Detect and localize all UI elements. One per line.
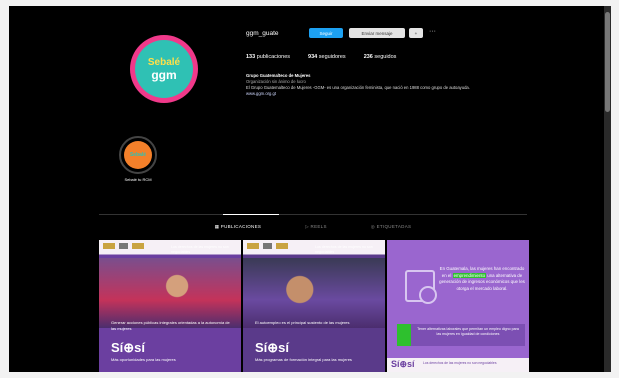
tabs-divider xyxy=(99,214,527,215)
highlight-ring: Sebalé xyxy=(119,136,157,174)
post-subtext: Más oportunidades para las mujeres xyxy=(111,357,176,362)
footer-text: Los derechos de las mujeres no son negoc… xyxy=(423,361,497,365)
avatar-logo-line2: ggm xyxy=(151,67,177,82)
avatar-logo: Sebalé ggm xyxy=(135,40,193,98)
profile-username: ggm_guate xyxy=(246,30,279,37)
callout-accent xyxy=(397,324,411,346)
profile-avatar[interactable]: Sebalé ggm xyxy=(130,35,198,103)
post-thumbnail[interactable]: Los derechos de las mujeres no son negoc… xyxy=(99,240,241,372)
highlight-cover: Sebalé xyxy=(124,141,152,169)
profile-stats: 133 publicaciones 934 seguidores 236 seg… xyxy=(246,54,396,60)
followers-count[interactable]: 934 seguidores xyxy=(308,54,346,60)
avatar-logo-line1: Sebalé xyxy=(147,56,181,68)
scrollbar-thumb[interactable] xyxy=(605,12,610,112)
bio-link[interactable]: www.ggm.org.gt xyxy=(246,91,531,97)
highlight-label: Sebalé tu RCM xyxy=(124,177,152,182)
post-subtext: Más programas de formación integral para… xyxy=(255,357,352,362)
post-header-text: Los derechos de las mujeres no son negoc… xyxy=(171,245,229,254)
post-photo xyxy=(243,258,385,328)
posts-count: 133 publicaciones xyxy=(246,54,291,60)
post-caption-text: El autoempleo es el principal sustento d… xyxy=(255,320,350,325)
profile-bio: Grupo Guatemalteco de Mujeres Organizaci… xyxy=(246,73,531,97)
following-count[interactable]: 236 seguidos xyxy=(364,54,397,60)
profile-tabs: ▦ PUBLICACIONES ▷ REELS ◎ ETIQUETADAS xyxy=(99,224,527,230)
post-caption-text: Generar acciones públicas integrales ori… xyxy=(111,320,230,331)
partner-logos xyxy=(103,243,144,249)
browser-viewport: Sebalé ggm ggm_guate Seguir Enviar mensa… xyxy=(9,6,611,372)
partner-logos xyxy=(247,243,288,249)
posts-grid: Los derechos de las mujeres no son negoc… xyxy=(99,240,529,372)
tab-reels[interactable]: ▷ REELS xyxy=(305,224,327,230)
vertical-scrollbar[interactable] xyxy=(604,6,611,372)
post-footer: Sí⊕sí Los derechos de las mujeres no son… xyxy=(387,358,529,372)
callout-text: Tener alternativas laborales que permita… xyxy=(417,327,519,336)
active-tab-indicator xyxy=(223,214,279,215)
tab-publicaciones[interactable]: ▦ PUBLICACIONES xyxy=(215,224,262,230)
sisi-logo: Sí⊕sí xyxy=(255,340,290,355)
story-highlight[interactable]: Sebalé Sebalé tu RCM xyxy=(118,136,158,182)
sisi-logo: Sí⊕sí xyxy=(391,359,415,369)
send-message-button[interactable]: Enviar mensaje xyxy=(349,28,405,38)
more-options-icon[interactable]: ··· xyxy=(429,28,436,35)
suggested-accounts-button[interactable]: + xyxy=(409,28,423,38)
sisi-logo: Sí⊕sí xyxy=(111,340,146,355)
post-header-text: Los derechos de las mujeres no son negoc… xyxy=(315,245,373,254)
post-main-text: En Guatemala, las mujeres han encontrado… xyxy=(439,266,525,291)
post-thumbnail[interactable]: Los derechos de las mujeres no son negoc… xyxy=(243,240,385,372)
highlighted-word: emprendimiento xyxy=(452,272,487,278)
tab-etiquetadas[interactable]: ◎ ETIQUETADAS xyxy=(371,224,412,230)
post-photo xyxy=(99,258,241,328)
follow-button[interactable]: Seguir xyxy=(309,28,343,38)
post-thumbnail[interactable]: En Guatemala, las mujeres han encontrado… xyxy=(387,240,529,372)
check-circle-icon xyxy=(419,286,437,304)
